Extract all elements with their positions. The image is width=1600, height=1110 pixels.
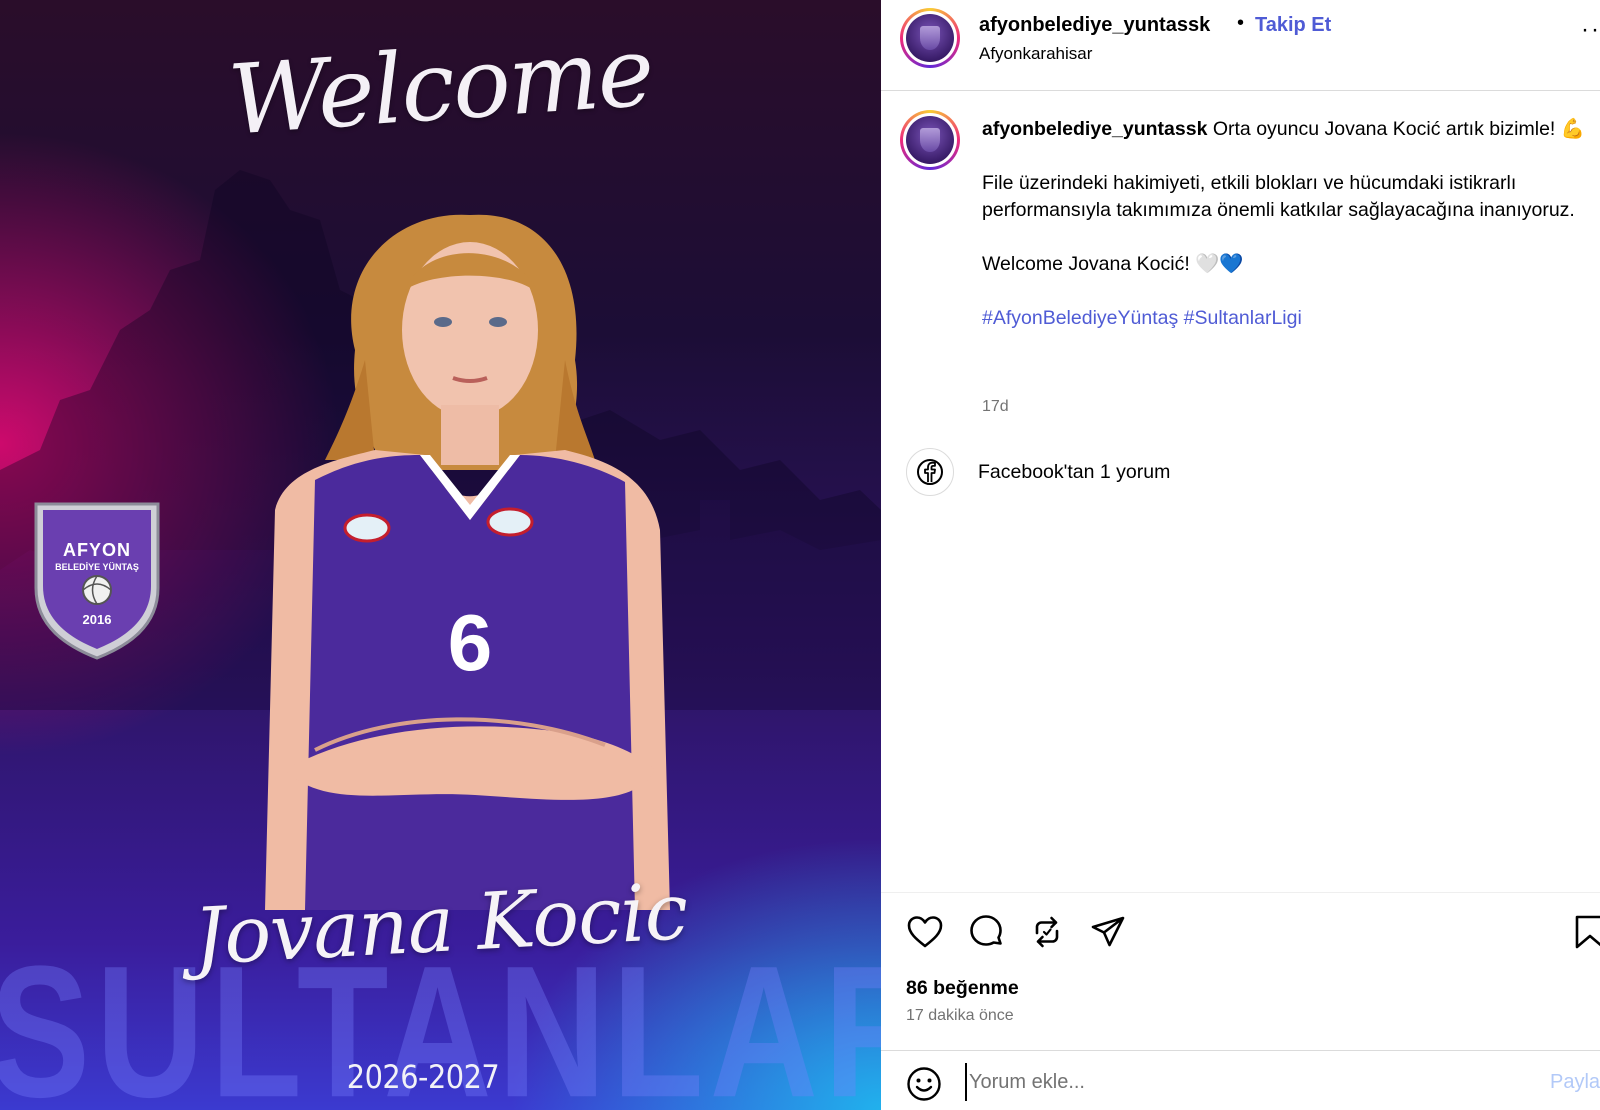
follow-button[interactable]: Takip Et xyxy=(1255,14,1331,37)
comment-bar: Paylaş xyxy=(881,1050,1600,1110)
season-label: 2026-2027 xyxy=(346,1058,500,1096)
badge-line-1: AFYON xyxy=(63,540,131,560)
hashtags: #AfyonBelediyeYüntaş #SultanlarLigi xyxy=(982,305,1594,332)
facebook-icon xyxy=(906,448,954,496)
post-comment-button[interactable]: Paylaş xyxy=(1550,1071,1600,1094)
hashtag-afyon[interactable]: #AfyonBelediyeYüntaş xyxy=(982,307,1178,329)
badge-line-2: BELEDİYE YÜNTAŞ xyxy=(55,562,139,572)
caption-paragraph-3: Welcome Jovana Kocić! 🤍💙 xyxy=(982,253,1244,275)
comment-icon[interactable] xyxy=(967,913,1005,951)
heart-icon[interactable] xyxy=(906,913,944,951)
actions-bar xyxy=(881,892,1600,952)
post-time: 17 dakika önce xyxy=(906,1007,1014,1024)
like-count[interactable]: 86 beğenme xyxy=(906,977,1019,1000)
caption-age: 17d xyxy=(982,398,1009,415)
hashtag-sultanlar[interactable]: #SultanlarLigi xyxy=(1184,307,1302,329)
badge-year: 2016 xyxy=(82,612,112,627)
caption-paragraph-2: File üzerindeki hakimiyeti, etkili blokl… xyxy=(982,172,1575,221)
caption-username[interactable]: afyonbelediye_yuntassk xyxy=(982,118,1207,140)
profile-avatar[interactable] xyxy=(900,8,960,68)
bookmark-icon[interactable] xyxy=(1571,913,1600,951)
caption-line-1: Orta oyuncu Jovana Kocić artık bizimle! … xyxy=(1207,118,1586,140)
facebook-comments-label[interactable]: Facebook'tan 1 yorum xyxy=(978,461,1170,484)
header-username[interactable]: afyonbelediye_yuntassk xyxy=(979,14,1210,37)
location-link[interactable]: Afyonkarahisar xyxy=(979,44,1092,64)
emoji-icon[interactable] xyxy=(906,1066,942,1102)
more-options-icon[interactable]: ·· xyxy=(1581,16,1600,44)
caption-avatar[interactable] xyxy=(900,110,960,170)
caption-text: afyonbelediye_yuntassk Orta oyuncu Jovan… xyxy=(982,116,1594,359)
comment-input[interactable] xyxy=(965,1063,1525,1101)
club-badge: AFYON BELEDİYE YÜNTAŞ 2016 xyxy=(28,496,166,661)
repost-icon[interactable] xyxy=(1028,913,1066,951)
player-photo: 6 xyxy=(265,214,670,910)
post-image[interactable]: SULTANLAR LİGİ Welcome 6 AFYON BELEDİYE … xyxy=(0,0,881,1110)
separator-dot: • xyxy=(1237,12,1245,34)
welcome-title: Welcome xyxy=(225,15,656,157)
post-panel: afyonbelediye_yuntassk • Takip Et Afyonk… xyxy=(881,0,1600,1110)
post-header: afyonbelediye_yuntassk • Takip Et Afyonk… xyxy=(881,0,1600,91)
facebook-comments-row[interactable]: Facebook'tan 1 yorum xyxy=(906,448,1406,498)
share-icon[interactable] xyxy=(1089,913,1127,951)
jersey-number: 6 xyxy=(448,598,493,687)
